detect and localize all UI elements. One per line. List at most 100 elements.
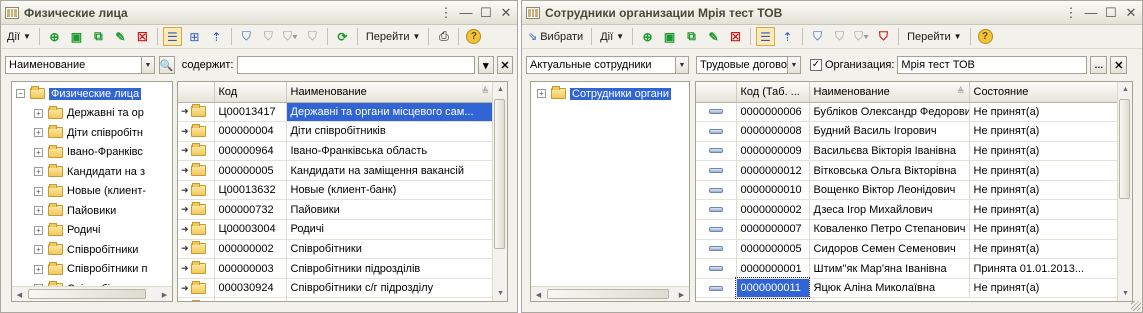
arrow-icon[interactable]: ➜: [181, 224, 189, 235]
search-field-select[interactable]: Наименование: [5, 56, 143, 74]
table-row[interactable]: ➜ 000000732 Пайовики: [178, 199, 494, 221]
tree-item[interactable]: + Співробітники: [16, 240, 172, 260]
vertical-scrollbar[interactable]: ▲ ▼: [492, 82, 507, 301]
arrow-icon[interactable]: ➜: [181, 243, 189, 254]
expand-icon[interactable]: +: [34, 147, 43, 157]
select-button[interactable]: ⇘ Вибрати: [525, 27, 586, 46]
table-row[interactable]: ➜ 000000002 Співробітники: [178, 239, 494, 260]
column-state[interactable]: Состояние: [969, 82, 1119, 103]
table-row[interactable]: 0000000011 Яцюк Аліна Миколаївна Не принят…: [696, 277, 1119, 299]
arrow-icon[interactable]: ➜: [181, 106, 189, 117]
vertical-scrollbar[interactable]: ▲ ▼: [1117, 82, 1132, 301]
expand-icon[interactable]: +: [34, 206, 43, 216]
arrow-icon[interactable]: ➜: [181, 165, 189, 176]
tree-root[interactable]: + Сотрудники органи: [537, 84, 689, 104]
goto-menu-button[interactable]: Перейти ▼: [363, 27, 424, 46]
help-icon[interactable]: ?: [976, 27, 995, 46]
table-row[interactable]: ➜Ц00006036: [178, 297, 494, 301]
arrow-icon[interactable]: ➜: [181, 185, 189, 196]
expand-icon[interactable]: +: [34, 245, 43, 255]
add-icon[interactable]: ⊕: [638, 27, 657, 46]
refresh-icon[interactable]: ⟳: [333, 27, 352, 46]
expand-icon[interactable]: +: [34, 108, 43, 118]
collapse-icon[interactable]: −: [16, 89, 25, 99]
table-row[interactable]: 0000000009 Васильєва Вікторія Іванівна Не …: [696, 141, 1119, 162]
table-row[interactable]: ➜ 000000004 Діти співробітників: [178, 121, 494, 142]
expand-icon[interactable]: +: [537, 89, 546, 99]
scroll-down-icon[interactable]: ▼: [1118, 286, 1132, 301]
scroll-left-icon[interactable]: ◀: [12, 287, 27, 301]
tree-icon[interactable]: ⊞: [185, 27, 204, 46]
table-row[interactable]: 0000000012 Вітковська Ольга Вікторівна Не …: [696, 160, 1119, 181]
arrow-icon[interactable]: ➜: [181, 145, 189, 156]
maximize-icon[interactable]: ☐: [1104, 5, 1118, 20]
column-code[interactable]: Код (Таб. ...: [736, 82, 810, 103]
table-row[interactable]: ➜ 000000003 Співробітники підрозділів: [178, 258, 494, 279]
column-code[interactable]: Код: [214, 82, 287, 103]
employees-filter-select[interactable]: Актуальные сотрудники: [526, 56, 676, 74]
help-icon[interactable]: ?: [464, 27, 483, 46]
maximize-icon[interactable]: ☐: [479, 5, 493, 20]
edit-icon[interactable]: ✎: [111, 27, 130, 46]
scroll-up-icon[interactable]: ▲: [493, 82, 507, 97]
close-icon[interactable]: ✕: [1124, 5, 1138, 20]
scroll-right-icon[interactable]: ▶: [157, 287, 172, 301]
tree-item[interactable]: + Співробітники п: [16, 260, 172, 280]
table-row[interactable]: ➜ Ц00003004 Родичі: [178, 219, 494, 240]
expand-icon[interactable]: +: [34, 264, 43, 274]
search-go-icon[interactable]: ▾: [477, 56, 494, 74]
column-name[interactable]: Наименование ≜: [809, 82, 970, 103]
arrow-icon[interactable]: ➜: [181, 283, 189, 294]
resize-grip[interactable]: [1131, 301, 1141, 311]
delete-icon[interactable]: ☒: [726, 27, 745, 46]
clear-filter-icon[interactable]: ⛉: [874, 27, 893, 46]
table-row[interactable]: ➜ Ц00013417 Державні та органи місцевого с…: [178, 102, 494, 123]
table-row[interactable]: ➜ Ц00013632 Новые (клиент-банк): [178, 180, 494, 201]
scroll-left-icon[interactable]: ◀: [531, 287, 546, 301]
arrow-icon[interactable]: ➜: [181, 204, 189, 215]
chevron-down-icon[interactable]: ▼: [141, 56, 155, 74]
table-row[interactable]: 0000000005 Сидоров Семен Семенович Не прин…: [696, 239, 1119, 260]
column-icon[interactable]: [178, 82, 215, 103]
minimize-icon[interactable]: —: [459, 5, 473, 20]
close-icon[interactable]: ✕: [499, 5, 513, 20]
copy-icon[interactable]: ⧉: [682, 27, 701, 46]
filter-history-icon[interactable]: ⛉▾: [852, 27, 871, 46]
add-icon[interactable]: ⊕: [45, 27, 64, 46]
expand-icon[interactable]: +: [34, 128, 43, 138]
parent-folder-icon[interactable]: ⇡: [778, 27, 797, 46]
search-input[interactable]: [236, 56, 475, 74]
goto-menu-button[interactable]: Перейти ▼: [904, 27, 965, 46]
scroll-right-icon[interactable]: ▶: [674, 287, 689, 301]
print-icon[interactable]: ⎙: [434, 27, 453, 46]
clear-search-icon[interactable]: ✕: [496, 56, 514, 74]
column-icon[interactable]: [696, 82, 737, 103]
table-row[interactable]: 0000000006 Бубліков Олександр Федорович Не…: [696, 102, 1119, 123]
scroll-up-icon[interactable]: ▲: [1118, 82, 1132, 97]
actions-menu-button[interactable]: Дії ▼: [597, 27, 627, 46]
arrow-icon[interactable]: ➜: [181, 263, 189, 274]
filter-icon[interactable]: ⛉: [259, 27, 278, 46]
table-row[interactable]: 0000000002 Дзеса Ігор Михайлович Не принят…: [696, 199, 1119, 221]
table-row[interactable]: 0000000007 Коваленко Петро Степанович Не п…: [696, 219, 1119, 240]
table-row[interactable]: ➜ 000030924 Співробітники с/г підрозділу: [178, 278, 494, 299]
ellipsis-icon[interactable]: …: [1090, 56, 1108, 74]
menu-icon[interactable]: ⋮: [1064, 5, 1078, 20]
tree-item[interactable]: + Івано-Франківс: [16, 143, 172, 163]
chevron-down-icon[interactable]: ▼: [675, 56, 689, 74]
horizontal-scrollbar[interactable]: ◀ ▶: [531, 286, 689, 301]
expand-icon[interactable]: +: [34, 186, 43, 196]
chevron-down-icon[interactable]: ▼: [787, 56, 801, 74]
table-row[interactable]: 0000000008 Будний Василь Ігорович Не приня…: [696, 121, 1119, 142]
filter-settings-icon[interactable]: ⛉: [808, 27, 827, 46]
parent-folder-icon[interactable]: ⇡: [207, 27, 226, 46]
table-row[interactable]: ➜ 000000005 Кандидати на заміщення вакансі…: [178, 160, 494, 181]
scroll-down-icon[interactable]: ▼: [493, 286, 507, 301]
column-name[interactable]: Наименование ≜: [286, 82, 494, 103]
filter-settings-icon[interactable]: ⛉: [237, 27, 256, 46]
add-group-icon[interactable]: ▣: [660, 27, 679, 46]
hierarchy-icon[interactable]: ☰: [756, 27, 776, 46]
tree-item[interactable]: + Родичі: [16, 221, 172, 241]
edit-icon[interactable]: ✎: [704, 27, 723, 46]
organization-input[interactable]: Мрія тест ТОВ: [897, 56, 1088, 74]
